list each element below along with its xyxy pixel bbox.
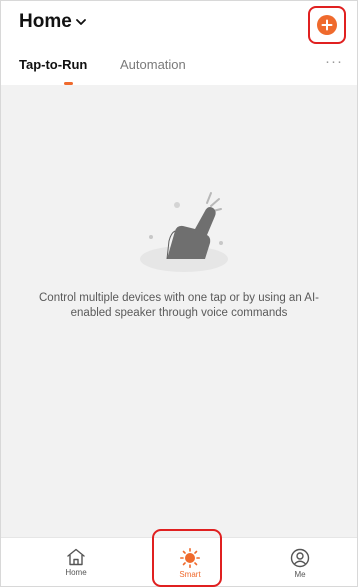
tabbar-item-me[interactable]: Me — [265, 538, 335, 587]
smart-tab-highlight — [152, 529, 222, 587]
home-selector[interactable]: Home — [19, 11, 86, 33]
tap-hand-illustration — [140, 192, 228, 272]
house-icon — [67, 548, 85, 566]
tab-bar: Tap-to-Run Automation ··· — [1, 53, 357, 85]
tab-automation[interactable]: Automation — [120, 57, 186, 72]
more-options-icon[interactable]: ··· — [325, 53, 343, 70]
header: Home Tap-to-Run Automation ··· — [1, 1, 357, 85]
plus-circle-icon — [321, 19, 333, 31]
add-button[interactable] — [317, 15, 337, 35]
tabbar-item-home[interactable]: Home — [41, 538, 111, 587]
page-title: Home — [19, 11, 72, 32]
chevron-down-icon — [75, 18, 86, 25]
add-scene-highlight — [308, 6, 346, 44]
app-screen: Home Tap-to-Run Automation ··· Control m… — [0, 0, 358, 587]
tabbar-label-home: Home — [65, 568, 87, 577]
empty-state-message: Control multiple devices with one tap or… — [39, 292, 319, 319]
tabbar-label-me: Me — [294, 570, 306, 579]
user-icon — [290, 548, 310, 568]
tab-tap-to-run[interactable]: Tap-to-Run — [19, 57, 87, 72]
empty-state-area: Control multiple devices with one tap or… — [1, 85, 357, 537]
